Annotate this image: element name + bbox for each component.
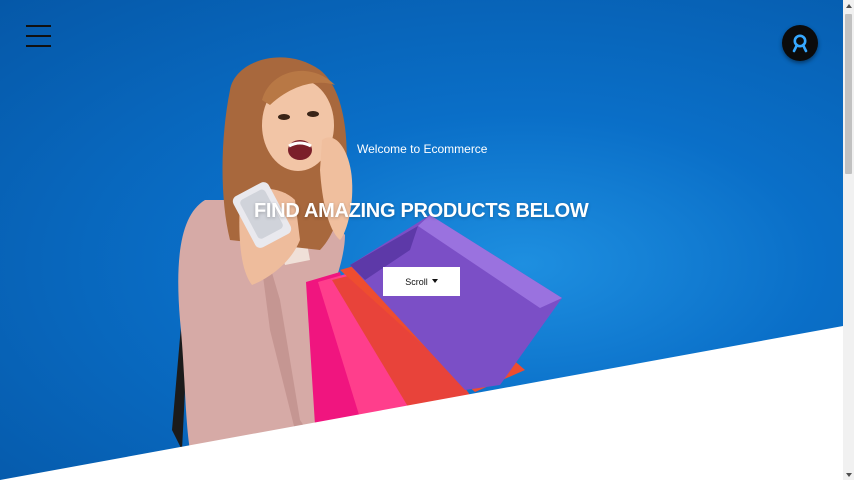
user-account-button[interactable]: [782, 25, 818, 61]
caret-down-icon: [431, 278, 438, 283]
diagonal-white-divider: [0, 326, 843, 480]
scroll-button-label: Scroll: [405, 276, 428, 287]
page-scrollbar[interactable]: [843, 0, 854, 480]
menu-bar: [26, 45, 51, 47]
user-avatar-icon: [790, 33, 810, 53]
hero-section: Welcome to Ecommerce FIND AMAZING PRODUC…: [0, 0, 843, 480]
scrollbar-thumb[interactable]: [845, 14, 852, 174]
hero-headline: FIND AMAZING PRODUCTS BELOW: [254, 200, 589, 222]
hamburger-menu-icon[interactable]: [26, 25, 52, 49]
scroll-up-arrow-icon[interactable]: [843, 0, 854, 11]
menu-bar: [26, 35, 51, 37]
scroll-button[interactable]: Scroll: [383, 267, 460, 296]
welcome-text: Welcome to Ecommerce: [357, 142, 488, 156]
menu-bar: [26, 25, 51, 27]
scroll-down-arrow-icon[interactable]: [843, 469, 854, 480]
